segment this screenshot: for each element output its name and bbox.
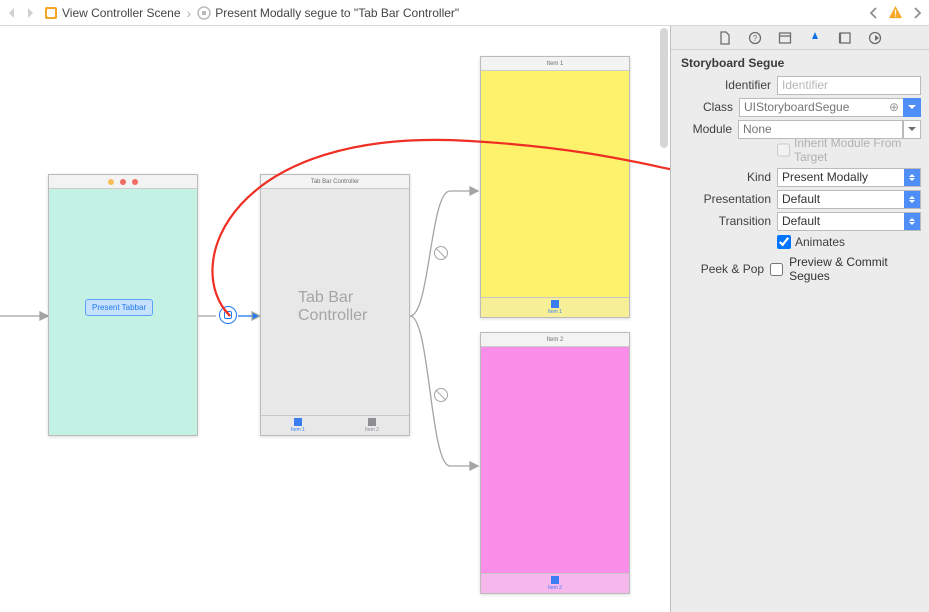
scene-title: Item 2 [547, 337, 564, 343]
view-controller-scene-1[interactable]: Present Tabbar [48, 174, 198, 436]
animates-checkbox[interactable] [777, 235, 791, 249]
class-label: Class [679, 100, 733, 114]
scene-titlebar: Tab Bar Controller [261, 175, 409, 189]
chevron-down-icon[interactable] [903, 120, 921, 139]
kind-label: Kind [679, 170, 771, 184]
present-tabbar-button[interactable]: Present Tabbar [85, 299, 153, 316]
class-field[interactable] [739, 98, 903, 117]
tab-bar: Item 2 [481, 573, 629, 593]
svg-text:?: ? [753, 34, 758, 43]
animates-row[interactable]: Animates [679, 232, 921, 252]
item1-scene[interactable]: Item 1 Item 1 [480, 56, 630, 318]
file-inspector-tab[interactable] [717, 30, 733, 46]
scene-title: Tab Bar Controller [311, 179, 359, 185]
tab-label: Item 1 [548, 309, 562, 315]
class-combobox[interactable]: ⊕ [739, 98, 921, 117]
segue-form: Identifier Class ⊕ [671, 74, 929, 280]
inspector-section-title: Storyboard Segue [671, 50, 929, 74]
tab-label: Item 2 [365, 427, 379, 433]
inherit-module-row: Inherit Module From Target [679, 140, 921, 160]
jump-bar-label: Present Modally segue to "Tab Bar Contro… [215, 6, 459, 20]
tab-icon [551, 300, 559, 308]
transition-label: Transition [679, 214, 771, 228]
dot-icon [132, 179, 138, 185]
tab-item-2[interactable]: Item 2 [335, 416, 409, 435]
stepper-icon [904, 191, 920, 208]
jump-bar-segment-segue[interactable]: Present Modally segue to "Tab Bar Contro… [193, 6, 463, 20]
scene-titlebar: Item 1 [481, 57, 629, 71]
prev-issue-icon[interactable] [866, 5, 882, 21]
connections-inspector-tab[interactable] [867, 30, 883, 46]
preview-commit-label: Preview & Commit Segues [789, 255, 921, 283]
inherit-module-label: Inherit Module From Target [794, 136, 921, 164]
dot-icon [120, 179, 126, 185]
preview-commit-checkbox[interactable] [770, 263, 783, 276]
stepper-icon [904, 213, 920, 230]
scrollbar-thumb[interactable] [660, 28, 668, 148]
inspector-tabs: ? [671, 26, 929, 50]
scene-title: Item 1 [547, 61, 564, 67]
kind-popup[interactable]: Present Modally [777, 168, 921, 187]
tab-label: Item 1 [291, 427, 305, 433]
scene-titlebar [49, 175, 197, 189]
peek-pop-label: Peek & Pop [679, 262, 764, 276]
back-icon[interactable] [4, 5, 20, 21]
module-combobox[interactable] [738, 120, 921, 139]
warning-icon[interactable] [888, 5, 903, 20]
chevron-right-icon: › [187, 5, 192, 21]
attributes-inspector-tab[interactable] [807, 30, 823, 46]
identity-inspector-tab[interactable] [777, 30, 793, 46]
identifier-field[interactable] [777, 76, 921, 95]
relationship-wires [410, 176, 480, 486]
dot-icon [108, 179, 114, 185]
inherit-module-checkbox [777, 143, 790, 157]
kind-value: Present Modally [782, 170, 868, 184]
jump-bar-label: View Controller Scene [62, 6, 181, 20]
animates-label: Animates [795, 235, 845, 249]
identifier-label: Identifier [679, 78, 771, 92]
size-inspector-tab[interactable] [837, 30, 853, 46]
initial-vc-arrow [0, 306, 48, 326]
storyboard-canvas[interactable]: Present Tabbar Tab Bar Controller Tab Ba… [0, 26, 670, 612]
tab-label: Item 2 [548, 585, 562, 591]
scene-titlebar: Item 2 [481, 333, 629, 347]
item2-scene[interactable]: Item 2 Item 2 [480, 332, 630, 594]
presentation-value: Default [782, 192, 820, 206]
jump-bar-segment-scene[interactable]: View Controller Scene [40, 6, 185, 20]
tab-item-1[interactable]: Item 1 [481, 298, 629, 317]
tab-icon [368, 418, 376, 426]
presentation-popup[interactable]: Default [777, 190, 921, 209]
tab-bar-controller-scene[interactable]: Tab Bar Controller Tab Bar Controller It… [260, 174, 410, 436]
forward-icon[interactable] [22, 5, 38, 21]
tab-icon [551, 576, 559, 584]
segue-icon [197, 6, 211, 20]
tab-item-1[interactable]: Item 1 [261, 416, 335, 435]
scene-icon [44, 6, 58, 20]
tab-bar: Item 1 [481, 297, 629, 317]
tab-item-2[interactable]: Item 2 [481, 574, 629, 593]
vertical-scrollbar[interactable] [658, 26, 670, 612]
help-inspector-tab[interactable]: ? [747, 30, 763, 46]
next-issue-icon[interactable] [909, 5, 925, 21]
stepper-icon [904, 169, 920, 186]
module-field[interactable] [738, 120, 903, 139]
relationship-symbol[interactable] [434, 388, 448, 402]
jump-bar: View Controller Scene › Present Modally … [0, 0, 929, 26]
chevron-down-icon[interactable] [903, 98, 921, 117]
presentation-label: Presentation [679, 192, 771, 206]
module-label: Module [679, 122, 732, 136]
transition-popup[interactable]: Default [777, 212, 921, 231]
tab-bar-controller-label: Tab Bar Controller [298, 289, 372, 325]
segue-present-modally-symbol[interactable] [219, 306, 237, 324]
relationship-symbol[interactable] [434, 246, 448, 260]
workarea: Present Tabbar Tab Bar Controller Tab Ba… [0, 26, 929, 612]
transition-value: Default [782, 214, 820, 228]
inspector-panel: ? Storyboard Segue Identifier [670, 26, 929, 612]
tab-icon [294, 418, 302, 426]
tab-bar: Item 1 Item 2 [261, 415, 409, 435]
